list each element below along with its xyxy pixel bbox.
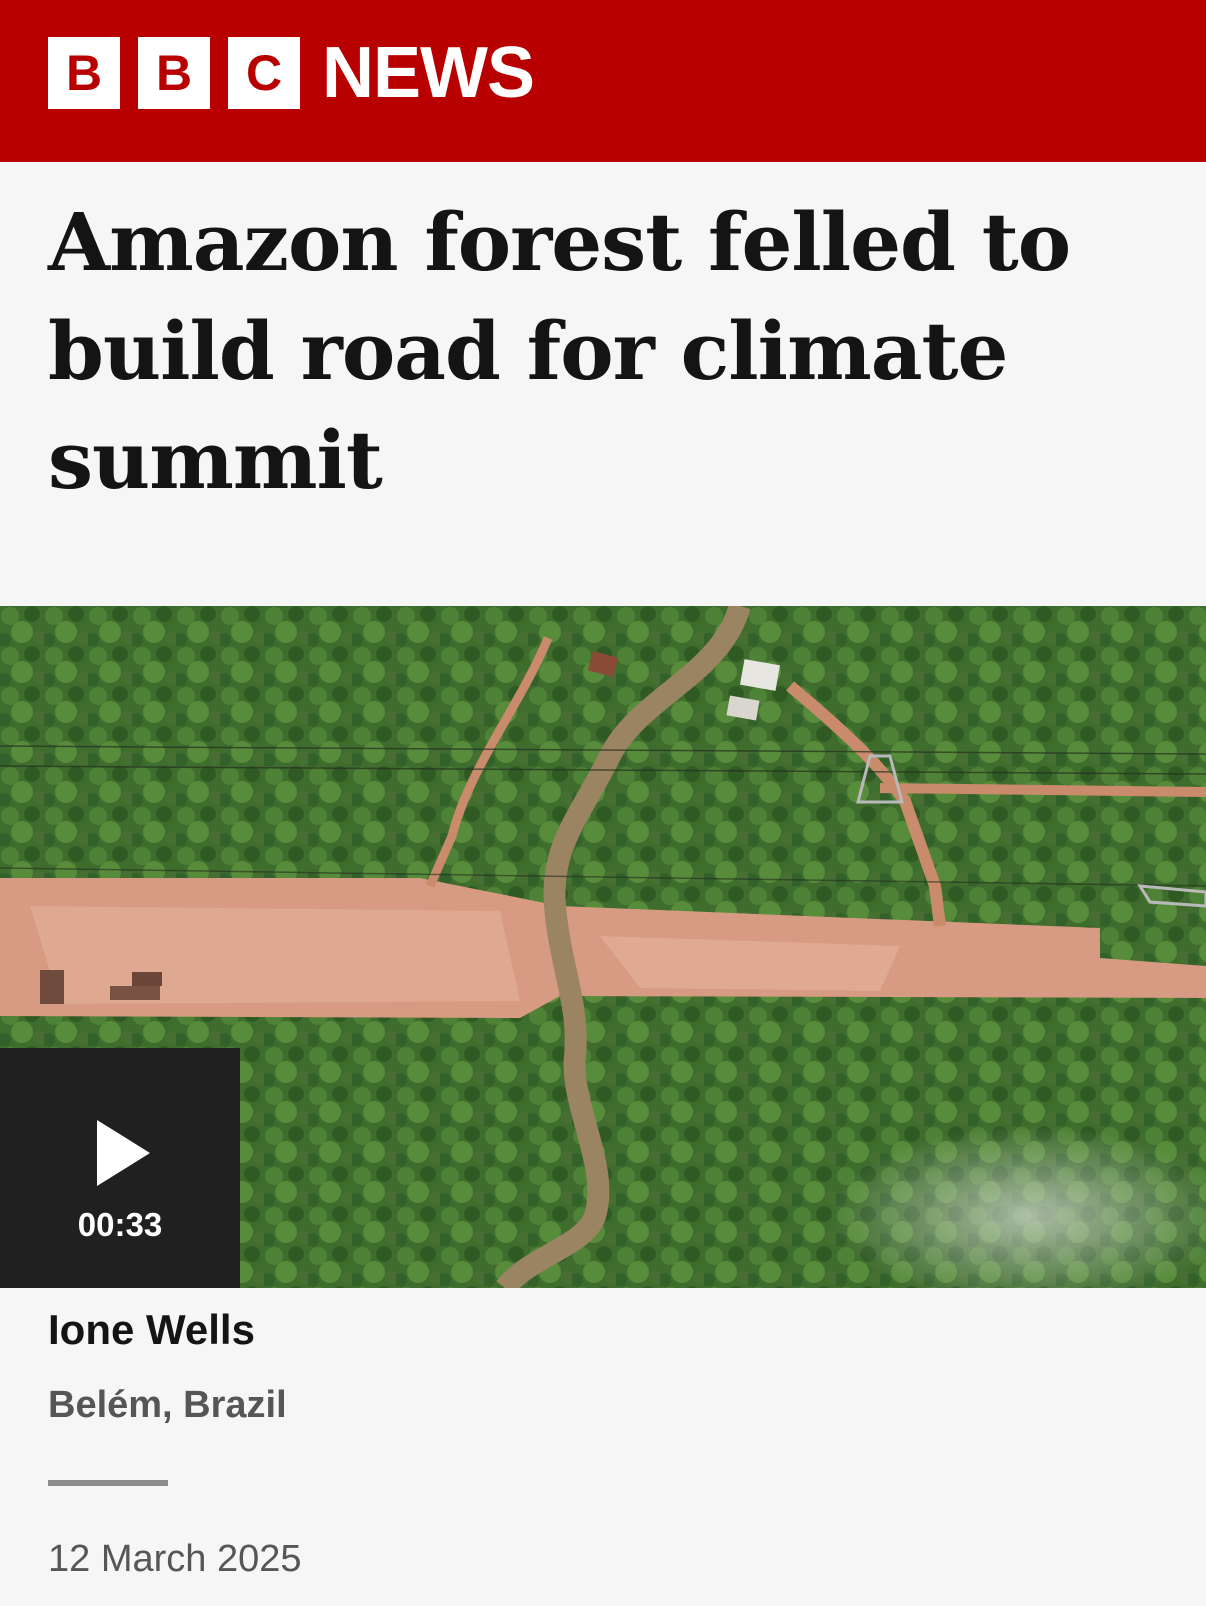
bbc-logo[interactable]: B B C	[48, 37, 300, 109]
news-section-link[interactable]: NEWS	[322, 34, 535, 112]
masthead: B B C NEWS	[0, 0, 1206, 162]
byline-divider	[48, 1480, 168, 1486]
bbc-logo-block-b1: B	[48, 37, 120, 109]
bbc-logo-block-b2: B	[138, 37, 210, 109]
bbc-logo-block-c: C	[228, 37, 300, 109]
author-name[interactable]: Ione Wells	[48, 1306, 255, 1354]
play-icon	[97, 1120, 150, 1186]
video-player[interactable]: 00:33	[0, 606, 1206, 1288]
publish-date: 12 March 2025	[48, 1538, 302, 1580]
video-duration: 00:33	[77, 1206, 163, 1243]
author-location: Belém, Brazil	[48, 1384, 287, 1426]
article-headline: Amazon forest felled to build road for c…	[48, 195, 1071, 507]
play-button[interactable]: 00:33	[0, 1048, 240, 1288]
